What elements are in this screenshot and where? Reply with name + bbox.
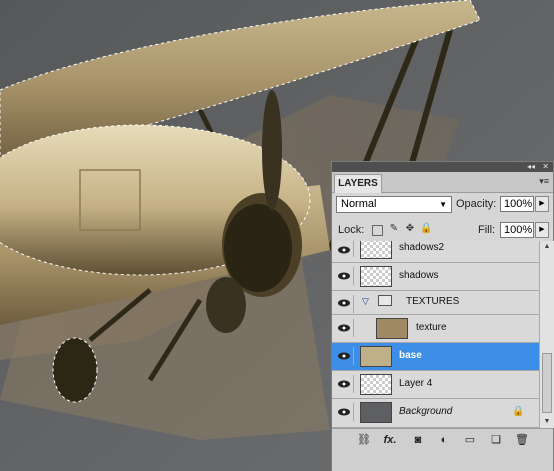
folder-icon[interactable]: ▭: [462, 433, 478, 447]
lock-move-icon[interactable]: ✥: [404, 223, 416, 235]
scroll-up-icon[interactable]: ▲: [541, 241, 553, 253]
layer-name: Layer 4: [399, 378, 433, 389]
new-layer-icon[interactable]: ❏: [488, 433, 504, 447]
opacity-label: Opacity:: [456, 198, 497, 210]
eye-icon[interactable]: [335, 347, 354, 365]
folder-icon: [378, 295, 392, 306]
layer-thumbnail: [360, 402, 392, 423]
layer-thumbnail: [360, 266, 392, 287]
lock-brush-icon[interactable]: ✎: [388, 223, 400, 235]
blend-mode-value: Normal: [341, 198, 377, 210]
layer-row[interactable]: Background 🔒: [332, 399, 539, 428]
layer-thumbnail: [360, 374, 392, 395]
layer-row[interactable]: shadows: [332, 263, 539, 291]
lock-fill-row: Lock: ✎ ✥ 🔒 Fill: 100% ▶: [332, 219, 553, 242]
layer-thumbnail: [360, 241, 392, 259]
layers-panel: ◂◂ ✕ LAYERS ▾≡ Normal ▼ Opacity: 100% ▶ …: [331, 161, 554, 471]
layer-row[interactable]: shadows2: [332, 241, 539, 263]
collapse-icon[interactable]: ◂◂: [527, 162, 535, 172]
layer-name: TEXTURES: [406, 296, 460, 307]
lock-all-icon[interactable]: 🔒: [420, 223, 432, 235]
eye-icon[interactable]: [335, 375, 354, 393]
lock-label: Lock:: [338, 224, 365, 236]
trash-icon[interactable]: 🗑: [514, 433, 530, 447]
panel-bottom-bar: ⛓ fx. ◙ ◐ ▭ ❏ 🗑: [332, 428, 553, 471]
eye-icon[interactable]: [335, 241, 354, 257]
layer-name: shadows2: [399, 242, 445, 253]
panel-title-bar[interactable]: ◂◂ ✕: [332, 162, 553, 172]
blend-mode-select[interactable]: Normal ▼: [336, 196, 452, 213]
chevron-down-icon: ▼: [439, 200, 447, 209]
eye-icon[interactable]: [335, 295, 354, 313]
layer-thumbnail: [360, 346, 392, 367]
fill-slider-button[interactable]: ▶: [535, 222, 549, 238]
scrollbar-thumb[interactable]: [542, 353, 552, 413]
panel-menu-icon[interactable]: ▾≡: [539, 176, 549, 187]
eye-icon[interactable]: [335, 319, 354, 337]
close-icon[interactable]: ✕: [542, 162, 549, 172]
layer-name: base: [399, 350, 422, 361]
layer-thumbnail: [376, 318, 408, 339]
lock-icon: 🔒: [512, 406, 525, 417]
layer-row-selected[interactable]: base: [332, 343, 539, 371]
fill-field[interactable]: 100%: [500, 222, 534, 238]
eye-icon[interactable]: [335, 403, 354, 421]
blend-opacity-row: Normal ▼ Opacity: 100% ▶: [332, 193, 553, 217]
mask-icon[interactable]: ◙: [410, 433, 426, 447]
layer-group-row[interactable]: ▽ TEXTURES: [332, 291, 539, 315]
disclosure-triangle-icon[interactable]: ▽: [362, 296, 369, 307]
tab-layers[interactable]: LAYERS: [334, 174, 382, 193]
layer-name: shadows: [399, 270, 439, 281]
tab-row: LAYERS ▾≡: [332, 172, 553, 193]
layer-list-scrollbar[interactable]: ▲ ▼: [539, 241, 554, 428]
fx-icon[interactable]: fx.: [382, 433, 398, 447]
fill-label: Fill:: [478, 224, 496, 236]
scroll-down-icon[interactable]: ▼: [541, 416, 553, 428]
opacity-field[interactable]: 100%: [500, 196, 534, 212]
lock-transparency-icon[interactable]: [372, 225, 383, 236]
layer-name: texture: [416, 322, 447, 333]
link-icon[interactable]: ⛓: [356, 433, 372, 447]
eye-icon[interactable]: [335, 267, 354, 285]
opacity-slider-button[interactable]: ▶: [535, 196, 549, 212]
adjustment-icon[interactable]: ◐: [436, 433, 452, 447]
layer-name: Background: [399, 406, 453, 417]
layer-list: shadows2 shadows ▽ TEXTURES texture base: [332, 241, 539, 428]
layer-row[interactable]: texture: [332, 315, 539, 343]
layer-row[interactable]: Layer 4: [332, 371, 539, 399]
